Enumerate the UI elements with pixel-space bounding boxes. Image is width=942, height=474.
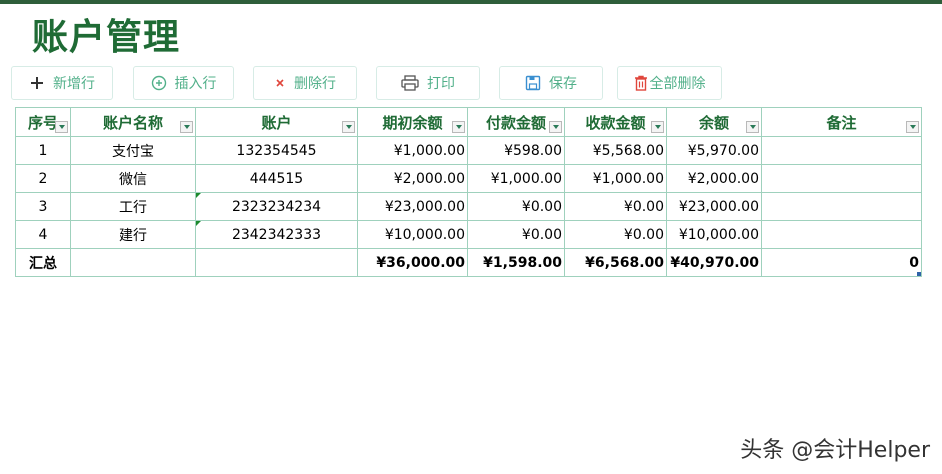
filter-dropdown-icon[interactable] (180, 121, 193, 133)
resize-handle[interactable] (917, 272, 921, 276)
delete-all-label: 全部删除 (649, 76, 706, 92)
cell-remark[interactable] (761, 192, 922, 221)
cell-receipt-amount[interactable]: ¥0.00 (564, 192, 667, 221)
cell-account[interactable]: 2323234234 (195, 192, 358, 221)
insert-row-label: 插入行 (174, 76, 217, 92)
filter-dropdown-icon[interactable] (746, 121, 759, 133)
cell-index[interactable]: 2 (15, 164, 71, 193)
cell-account-name[interactable]: 工行 (70, 192, 196, 221)
total-remark: 0 (761, 248, 922, 277)
delete-row-button[interactable]: 删除行 (253, 66, 357, 100)
save-label: 保存 (549, 76, 577, 92)
filter-dropdown-icon[interactable] (549, 121, 562, 133)
cell-receipt-amount[interactable]: ¥1,000.00 (564, 164, 667, 193)
cell-index[interactable]: 3 (15, 192, 71, 221)
filter-dropdown-icon[interactable] (55, 121, 68, 133)
save-button[interactable]: 保存 (499, 66, 603, 100)
header-payment-amount: 付款金额 (467, 107, 565, 137)
cell-receipt-amount[interactable]: ¥0.00 (564, 220, 667, 249)
total-opening-balance: ¥36,000.00 (357, 248, 468, 277)
cell-payment-amount[interactable]: ¥0.00 (467, 192, 565, 221)
delete-row-label: 删除行 (294, 76, 336, 92)
filter-dropdown-icon[interactable] (342, 121, 355, 133)
print-label: 打印 (427, 76, 455, 92)
header-receipt-amount: 收款金额 (564, 107, 667, 137)
printer-icon (401, 75, 419, 91)
cell-index[interactable]: 4 (15, 220, 71, 249)
cell-index[interactable]: 1 (15, 136, 71, 165)
cell-balance[interactable]: ¥23,000.00 (666, 192, 762, 221)
floppy-disk-icon (525, 75, 541, 91)
filter-dropdown-icon[interactable] (906, 121, 919, 133)
header-opening-balance: 期初余额 (357, 107, 468, 137)
top-rule (0, 0, 942, 4)
cell-payment-amount[interactable]: ¥0.00 (467, 220, 565, 249)
cell-remark[interactable] (761, 164, 922, 193)
trash-icon (634, 75, 648, 91)
cell-account[interactable]: 2342342333 (195, 220, 358, 249)
header-account-name: 账户名称 (70, 107, 196, 137)
accounts-table: 序号 账户名称 账户 期初余额 付款金额 收款金额 余额 备注 1 支付宝 13… (15, 107, 922, 277)
cell-payment-amount[interactable]: ¥1,000.00 (467, 164, 565, 193)
insert-circle-icon (151, 75, 167, 91)
cell-receipt-amount[interactable]: ¥5,568.00 (564, 136, 667, 165)
filter-dropdown-icon[interactable] (452, 121, 465, 133)
header-account: 账户 (195, 107, 358, 137)
cell-opening-balance[interactable]: ¥23,000.00 (357, 192, 468, 221)
plus-icon (29, 75, 45, 91)
table-row: 4 建行 2342342333 ¥10,000.00 ¥0.00 ¥0.00 ¥… (15, 220, 922, 249)
total-empty-cell (70, 248, 196, 277)
total-balance: ¥40,970.00 (666, 248, 762, 277)
filter-dropdown-icon[interactable] (651, 121, 664, 133)
cell-remark[interactable] (761, 220, 922, 249)
cell-account[interactable]: 132354545 (195, 136, 358, 165)
table-row: 1 支付宝 132354545 ¥1,000.00 ¥598.00 ¥5,568… (15, 136, 922, 165)
total-label: 汇总 (15, 248, 71, 277)
cell-account-name[interactable]: 建行 (70, 220, 196, 249)
page-title: 账户管理 (32, 17, 181, 58)
close-icon (274, 77, 286, 89)
table-row: 3 工行 2323234234 ¥23,000.00 ¥0.00 ¥0.00 ¥… (15, 192, 922, 221)
add-row-button[interactable]: 新增行 (11, 66, 113, 100)
cell-account-name[interactable]: 支付宝 (70, 136, 196, 165)
total-receipt-amount: ¥6,568.00 (564, 248, 667, 277)
add-row-label: 新增行 (53, 76, 95, 92)
cell-opening-balance[interactable]: ¥2,000.00 (357, 164, 468, 193)
cell-balance[interactable]: ¥2,000.00 (666, 164, 762, 193)
total-empty-cell (195, 248, 358, 277)
header-balance: 余额 (666, 107, 762, 137)
cell-account-name[interactable]: 微信 (70, 164, 196, 193)
header-row: 序号 账户名称 账户 期初余额 付款金额 收款金额 余额 备注 (15, 107, 922, 137)
cell-account[interactable]: 444515 (195, 164, 358, 193)
cell-remark[interactable] (761, 136, 922, 165)
cell-opening-balance[interactable]: ¥1,000.00 (357, 136, 468, 165)
cell-balance[interactable]: ¥5,970.00 (666, 136, 762, 165)
table-row: 2 微信 444515 ¥2,000.00 ¥1,000.00 ¥1,000.0… (15, 164, 922, 193)
print-button[interactable]: 打印 (376, 66, 480, 100)
cell-payment-amount[interactable]: ¥598.00 (467, 136, 565, 165)
total-row: 汇总 ¥36,000.00 ¥1,598.00 ¥6,568.00 ¥40,97… (15, 248, 922, 277)
cell-balance[interactable]: ¥10,000.00 (666, 220, 762, 249)
header-remark: 备注 (761, 107, 922, 137)
total-payment-amount: ¥1,598.00 (467, 248, 565, 277)
watermark: 头条 @会计Helper (740, 438, 930, 463)
cell-opening-balance[interactable]: ¥10,000.00 (357, 220, 468, 249)
delete-all-button[interactable]: 全部删除 (617, 66, 722, 100)
header-index: 序号 (15, 107, 71, 137)
insert-row-button[interactable]: 插入行 (133, 66, 234, 100)
